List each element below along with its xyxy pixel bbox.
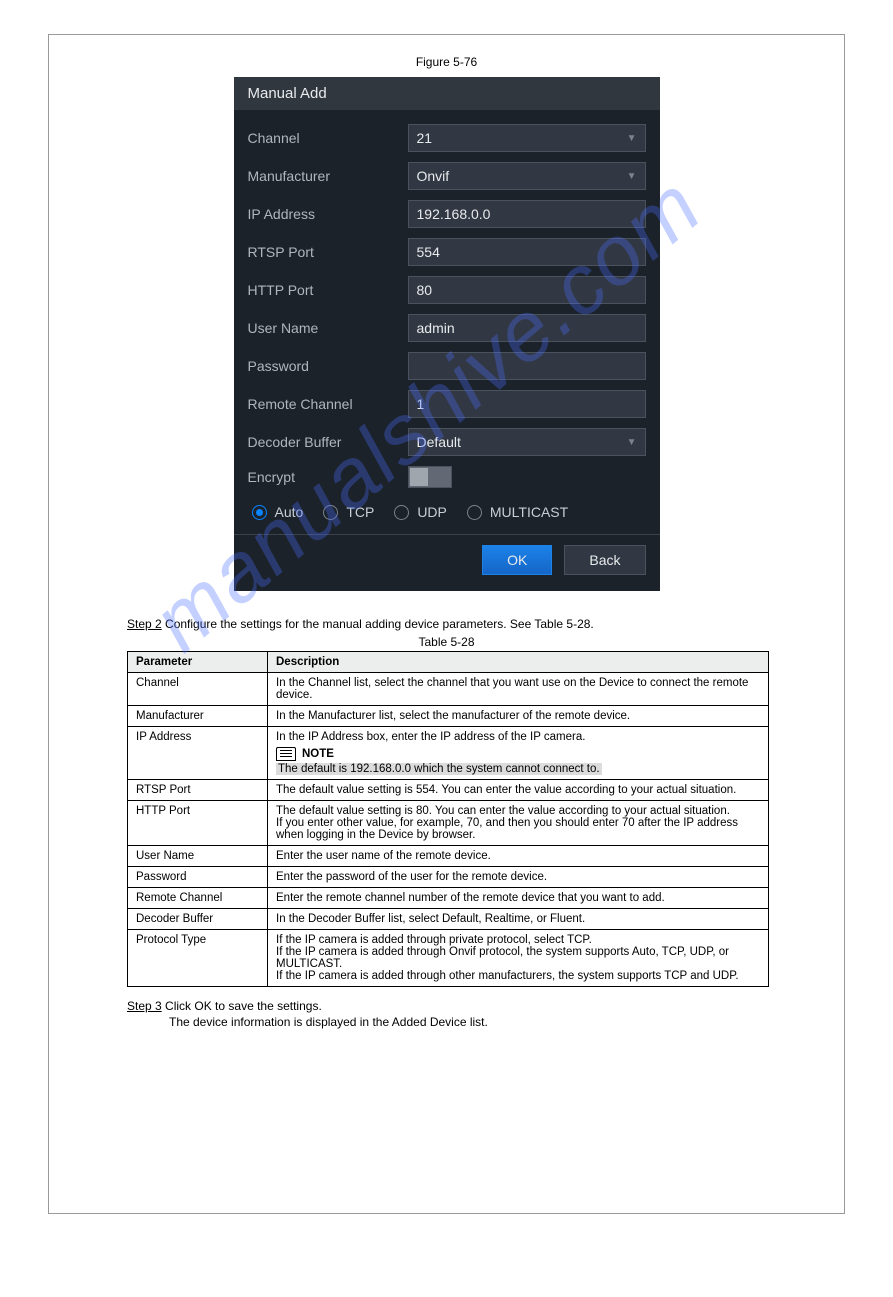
desc-remote: Enter the remote channel number of the r… [268,888,769,909]
step2-text: Configure the settings for the manual ad… [165,617,594,631]
encrypt-label: Encrypt [248,469,408,485]
desc-http: The default value setting is 80. You can… [268,801,769,846]
username-label: User Name [248,320,408,336]
table-row: User Name Enter the user name of the rem… [128,846,769,867]
param-user: User Name [128,846,268,867]
radio-multicast-label: MULTICAST [490,504,568,520]
manufacturer-value: Onvif [417,168,450,184]
radio-tcp-label: TCP [346,504,374,520]
ip-address-value: 192.168.0.0 [417,206,491,222]
manual-add-dialog: Manual Add Channel 21 ▼ Manufacturer Onv… [234,77,660,591]
username-value: admin [417,320,455,336]
param-decoder: Decoder Buffer [128,909,268,930]
note-icon [276,747,296,761]
th-parameter: Parameter [128,652,268,673]
figure-label: Figure 5-76 [49,55,844,69]
param-manufacturer: Manufacturer [128,706,268,727]
desc-manufacturer: In the Manufacturer list, select the man… [268,706,769,727]
param-protocol: Protocol Type [128,930,268,987]
password-input[interactable] [408,352,646,380]
remote-channel-value: 1 [417,396,425,412]
password-label: Password [248,358,408,374]
radio-udp-label: UDP [417,504,447,520]
param-http: HTTP Port [128,801,268,846]
remote-channel-label: Remote Channel [248,396,408,412]
channel-label: Channel [248,130,408,146]
param-rtsp: RTSP Port [128,780,268,801]
param-channel: Channel [128,673,268,706]
radio-multicast[interactable] [467,505,482,520]
desc-user: Enter the user name of the remote device… [268,846,769,867]
back-button[interactable]: Back [564,545,645,575]
rtsp-port-value: 554 [417,244,440,260]
protocol-radio-group: Auto TCP UDP MULTICAST [248,498,646,534]
step3-label: Step 3 [127,999,162,1013]
chevron-down-icon: ▼ [627,437,637,448]
desc-ip-line1: In the IP Address box, enter the IP addr… [276,731,760,743]
channel-value: 21 [417,130,433,146]
table-row: Protocol Type If the IP camera is added … [128,930,769,987]
manufacturer-label: Manufacturer [248,168,408,184]
step2-label: Step 2 [127,617,162,631]
desc-ip: In the IP Address box, enter the IP addr… [268,727,769,780]
http-port-label: HTTP Port [248,282,408,298]
step3-text: Click OK to save the settings. [165,999,322,1013]
decoder-buffer-label: Decoder Buffer [248,434,408,450]
channel-select[interactable]: 21 ▼ [408,124,646,152]
http-port-value: 80 [417,282,433,298]
param-remote: Remote Channel [128,888,268,909]
chevron-down-icon: ▼ [627,133,637,144]
table-row: Decoder Buffer In the Decoder Buffer lis… [128,909,769,930]
table-row: IP Address In the IP Address box, enter … [128,727,769,780]
table-row: HTTP Port The default value setting is 8… [128,801,769,846]
ip-address-input[interactable]: 192.168.0.0 [408,200,646,228]
radio-auto[interactable] [252,505,267,520]
manufacturer-select[interactable]: Onvif ▼ [408,162,646,190]
desc-rtsp: The default value setting is 554. You ca… [268,780,769,801]
rtsp-port-input[interactable]: 554 [408,238,646,266]
param-ip: IP Address [128,727,268,780]
step-2: Step 2 Configure the settings for the ma… [127,617,844,631]
encrypt-toggle[interactable] [408,466,452,488]
ip-address-label: IP Address [248,206,408,222]
param-pass: Password [128,867,268,888]
rtsp-port-label: RTSP Port [248,244,408,260]
http-port-input[interactable]: 80 [408,276,646,304]
step-3: Step 3 Click OK to save the settings. [127,999,844,1013]
desc-channel: In the Channel list, select the channel … [268,673,769,706]
note-text: The default is 192.168.0.0 which the sys… [276,763,602,775]
decoder-buffer-select[interactable]: Default ▼ [408,428,646,456]
table-row: Password Enter the password of the user … [128,867,769,888]
parameters-table: Parameter Description Channel In the Cha… [127,651,769,987]
radio-udp[interactable] [394,505,409,520]
table-row: Channel In the Channel list, select the … [128,673,769,706]
desc-pass: Enter the password of the user for the r… [268,867,769,888]
chevron-down-icon: ▼ [627,171,637,182]
table-caption: Table 5-28 [49,635,844,649]
step3-sub: The device information is displayed in t… [169,1015,844,1029]
note-label: NOTE [302,748,334,760]
remote-channel-input[interactable]: 1 [408,390,646,418]
desc-decoder: In the Decoder Buffer list, select Defau… [268,909,769,930]
desc-protocol: If the IP camera is added through privat… [268,930,769,987]
radio-tcp[interactable] [323,505,338,520]
ok-button[interactable]: OK [482,545,552,575]
dialog-title: Manual Add [234,77,660,110]
radio-auto-label: Auto [275,504,304,520]
table-row: Remote Channel Enter the remote channel … [128,888,769,909]
toggle-knob [410,468,428,486]
username-input[interactable]: admin [408,314,646,342]
table-row: RTSP Port The default value setting is 5… [128,780,769,801]
decoder-buffer-value: Default [417,434,461,450]
table-row: Manufacturer In the Manufacturer list, s… [128,706,769,727]
th-description: Description [268,652,769,673]
